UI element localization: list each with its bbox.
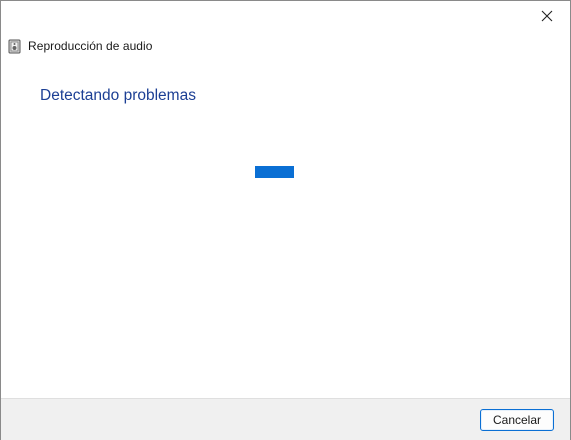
window-title-row: Reproducción de audio (8, 38, 152, 54)
footer-bar: Cancelar (1, 398, 570, 440)
page-heading: Detectando problemas (40, 87, 196, 104)
progress-indicator (255, 166, 294, 178)
speaker-icon (8, 39, 21, 53)
cancel-button[interactable]: Cancelar (480, 409, 554, 431)
close-button[interactable] (524, 1, 570, 31)
window-title: Reproducción de audio (28, 39, 153, 53)
troubleshooter-window: Reproducción de audio Detectando problem… (0, 0, 571, 440)
close-icon (541, 10, 553, 22)
